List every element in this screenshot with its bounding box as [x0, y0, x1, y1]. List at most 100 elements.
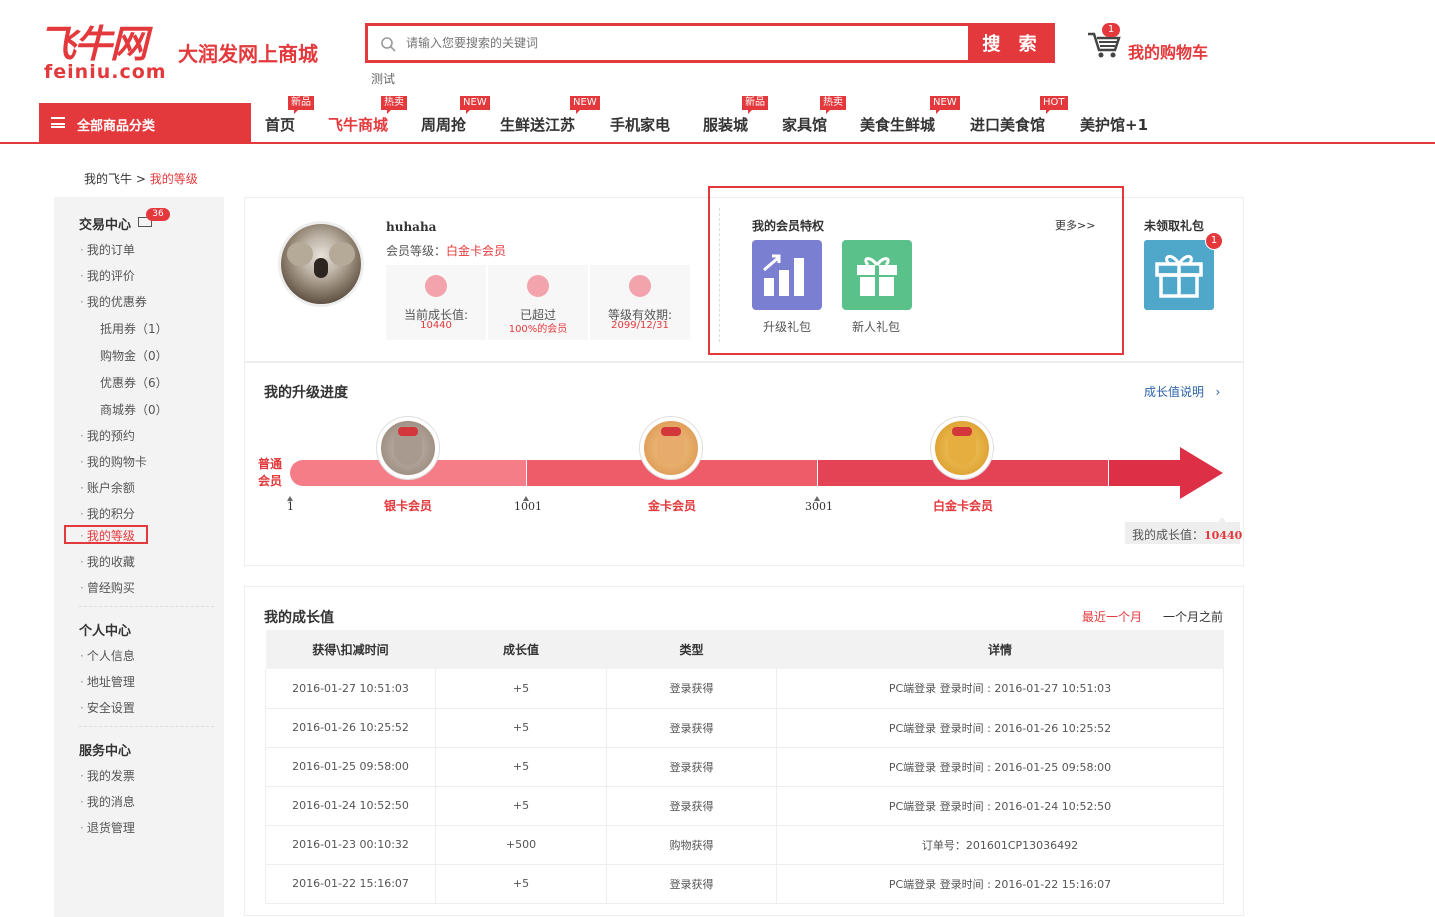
privileges-title: 我的会员特权	[752, 219, 825, 233]
clock-icon	[629, 275, 651, 297]
divider	[719, 208, 720, 342]
cell-growth: +5	[435, 786, 607, 826]
newbie-gift-icon[interactable]	[842, 240, 912, 310]
cell-time: 2016-01-26 10:25:52	[265, 708, 436, 748]
growth-history-table: 获得\扣减时间 成长值 类型 详情 2016-01-27 10:51:03 +5 登…	[265, 630, 1224, 904]
progress-title: 我的升级进度	[264, 385, 348, 401]
cell-time: 2016-01-23 00:10:32	[265, 825, 436, 865]
progress-arrow-icon	[1180, 447, 1223, 499]
sidebar-heading-trade: 交易中心	[79, 218, 132, 233]
sidebar-item-personal-info[interactable]: 个人信息	[80, 647, 135, 664]
sidebar-item-security[interactable]: 安全设置	[80, 699, 135, 716]
tick-label: 1001	[514, 500, 542, 513]
member-level-label: 会员等级：	[386, 244, 447, 258]
nav-tag: NEW	[460, 96, 490, 114]
sidebar-item-my-level[interactable]: 我的等级	[80, 527, 135, 544]
username: huhaha	[386, 220, 437, 234]
breadcrumb: 我的飞牛 > 我的等级	[84, 170, 198, 187]
tick-label: 3001	[805, 500, 833, 513]
segment-divider	[526, 460, 527, 486]
table-row: 2016-01-22 15:16:07 +5 登录获得 PC端登录 登录时间 : 20…	[265, 864, 1224, 904]
breadcrumb-separator: >	[135, 172, 146, 186]
sidebar-item-favorites[interactable]: 我的收藏	[80, 553, 135, 570]
search-box	[365, 23, 971, 63]
sidebar-item-gift-cards[interactable]: 我的购物卡	[80, 453, 147, 470]
silver-medal-icon	[377, 417, 439, 479]
nav-tag: 热卖	[381, 96, 407, 114]
cell-detail: PC端登录 登录时间 : 2016-01-22 15:16:07	[776, 864, 1224, 904]
sidebar-subitem-discount-coupon[interactable]: 优惠券（6）	[100, 374, 168, 391]
sidebar-item-purchased[interactable]: 曾经购买	[80, 579, 135, 596]
sidebar-item-invoices[interactable]: 我的发票	[80, 767, 135, 784]
hot-search-word[interactable]: 测试	[371, 70, 395, 87]
sidebar-divider	[79, 606, 214, 607]
member-level: 会员等级：白金卡会员	[386, 242, 506, 259]
nav-item-furniture[interactable]: 家具馆	[782, 114, 827, 135]
filter-recent-month[interactable]: 最近一个月	[1082, 608, 1142, 625]
filter-older[interactable]: 一个月之前	[1163, 608, 1223, 625]
search-button[interactable]: 搜 索	[970, 23, 1055, 63]
sidebar-subitem-shopping-credit[interactable]: 购物金（0）	[100, 347, 168, 364]
privileges-more-link[interactable]: 更多>>	[1055, 217, 1095, 233]
nav-item-feiniu-mall[interactable]: 飞牛商城	[328, 114, 388, 135]
cell-growth: +5	[435, 747, 607, 787]
nav-item-weekly-deals[interactable]: 周周抢	[421, 114, 466, 135]
nav-item-clothing[interactable]: 服装城	[703, 114, 748, 135]
level-label-silver: 银卡会员	[384, 499, 433, 513]
sidebar-item-points[interactable]: 我的积分	[80, 505, 135, 522]
nav-item-electronics[interactable]: 手机家电	[610, 114, 670, 135]
table-row: 2016-01-24 10:52:50 +5 登录获得 PC端登录 登录时间 : 20…	[265, 786, 1224, 826]
sidebar-subitem-mall-coupon[interactable]: 商城券（0）	[100, 401, 168, 418]
all-categories-button[interactable]: 全部商品分类	[39, 103, 251, 143]
nav-tag: NEW	[930, 96, 960, 114]
sidebar-heading-personal: 个人中心	[79, 624, 132, 639]
column-header-type: 类型	[606, 630, 777, 669]
sidebar-item-orders[interactable]: 我的订单	[80, 241, 135, 258]
tick-label: 1	[287, 500, 294, 513]
my-growth-value: 10440	[1204, 529, 1243, 542]
nav-item-imported-food[interactable]: 进口美食馆	[970, 114, 1045, 135]
avatar[interactable]	[278, 221, 364, 307]
progress-segment	[1109, 460, 1181, 486]
growth-icon	[425, 275, 447, 297]
breadcrumb-root[interactable]: 我的飞牛	[84, 172, 132, 186]
cell-detail: PC端登录 登录时间 : 2016-01-27 10:51:03	[776, 669, 1224, 709]
cart-link[interactable]: 1 我的购物车	[1086, 23, 1226, 66]
sidebar-item-reservations[interactable]: 我的预约	[80, 427, 135, 444]
site-logo[interactable]: 飞牛网 feiniu.com 大润发网上商城	[38, 24, 338, 84]
cell-detail: 订单号：201601CP13036492	[776, 825, 1224, 865]
growth-explanation-link[interactable]: 成长值说明 ›	[1144, 383, 1220, 400]
nav-item-food[interactable]: 美食生鲜城	[860, 114, 935, 135]
platinum-medal-icon	[931, 417, 993, 479]
chart-icon	[527, 275, 549, 297]
cart-label: 我的购物车	[1128, 43, 1209, 62]
nav-tag: 热卖	[820, 96, 846, 114]
stat-current-growth: 当前成长值: 10440	[386, 265, 486, 340]
cell-growth: +5	[435, 669, 607, 709]
nav-item-beauty[interactable]: 美护馆+1	[1080, 114, 1148, 135]
search-icon	[381, 37, 396, 52]
cell-time: 2016-01-22 15:16:07	[265, 864, 436, 904]
cell-type: 登录获得	[606, 747, 777, 787]
cell-type: 登录获得	[606, 786, 777, 826]
sidebar-item-coupons[interactable]: 我的优惠券	[80, 293, 147, 310]
upgrade-gift-icon[interactable]	[752, 240, 822, 310]
level-label-gold: 金卡会员	[648, 499, 697, 513]
sidebar-item-addresses[interactable]: 地址管理	[80, 673, 135, 690]
sidebar-item-messages[interactable]: 我的消息	[80, 793, 135, 810]
sidebar: 交易中心 36 我的订单 我的评价 我的优惠券 抵用券（1） 购物金（0） 优惠…	[54, 197, 224, 917]
table-row: 2016-01-27 10:51:03 +5 登录获得 PC端登录 登录时间 : 20…	[265, 669, 1224, 709]
cell-time: 2016-01-27 10:51:03	[265, 669, 436, 709]
search-input[interactable]	[406, 30, 946, 56]
gift-box-icon[interactable]	[1144, 240, 1214, 310]
sidebar-item-reviews[interactable]: 我的评价	[80, 267, 135, 284]
my-growth-label: 我的成长值：	[1132, 528, 1205, 542]
sidebar-subitem-voucher[interactable]: 抵用券（1）	[100, 320, 168, 337]
growth-history-title: 我的成长值	[264, 610, 334, 626]
nav-item-fresh-jiangsu[interactable]: 生鲜送江苏	[500, 114, 575, 135]
sidebar-divider	[79, 726, 214, 727]
sidebar-item-returns[interactable]: 退货管理	[80, 819, 135, 836]
nav-item-home[interactable]: 首页	[265, 114, 295, 135]
cell-type: 登录获得	[606, 864, 777, 904]
sidebar-item-balance[interactable]: 账户余额	[80, 479, 135, 496]
